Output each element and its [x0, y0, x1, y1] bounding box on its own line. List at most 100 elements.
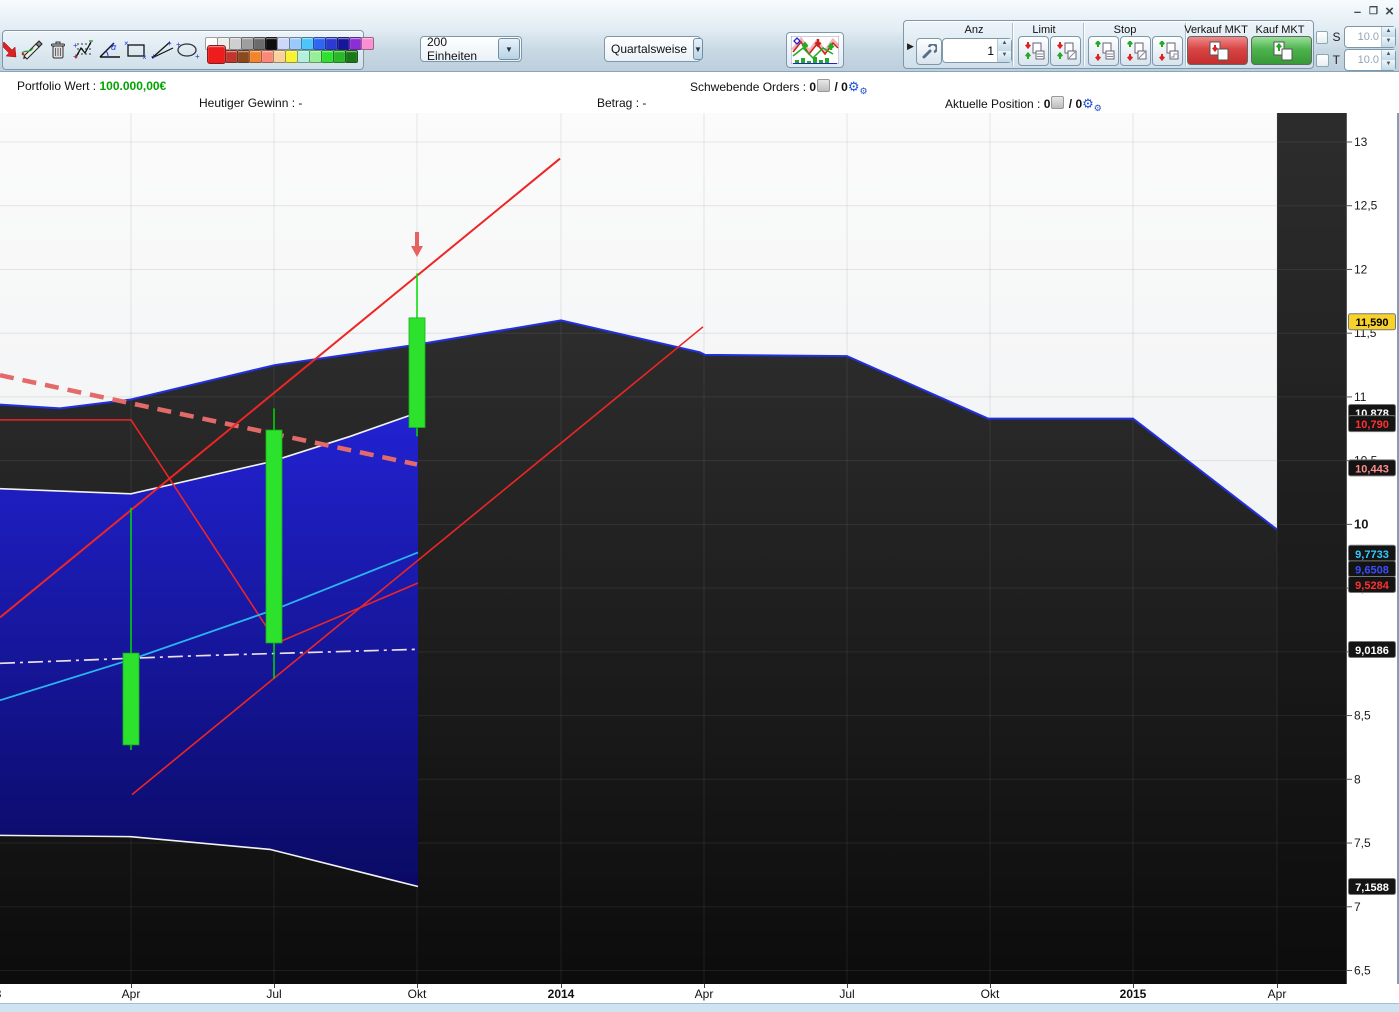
slash: / [834, 80, 837, 94]
svg-text:6,5: 6,5 [1354, 963, 1371, 977]
period-dropdown-value: Quartalsweise [605, 42, 693, 56]
red-arrow-icon [3, 41, 19, 59]
svg-text:7: 7 [1354, 900, 1361, 914]
svg-text:9,7733: 9,7733 [1355, 549, 1389, 561]
svg-text:+: + [195, 52, 200, 60]
pending-orders: Schwebende Orders : 0 / 0⚙⚙ [690, 79, 868, 97]
svg-text:+: + [151, 52, 156, 60]
t-spin-buttons[interactable]: ▲▼ [1381, 50, 1395, 70]
current-position-open: 0 [1044, 97, 1051, 111]
stop-label: Stop [1114, 24, 1137, 36]
trailing-stop-order-button[interactable] [1152, 36, 1183, 66]
color-swatch[interactable] [345, 50, 358, 63]
limit-order-icon [1023, 41, 1045, 61]
anz-label: Anz [965, 24, 984, 36]
fan-lines-tool[interactable]: + + [149, 35, 175, 65]
draw-arrow-tool[interactable] [3, 35, 19, 65]
price-chart[interactable]: 1312,51211,51110,5109,598,587,576,511,59… [0, 113, 1399, 984]
svg-text:13: 13 [1354, 135, 1368, 149]
sell-market-icon [1206, 41, 1230, 61]
ellipse-tool[interactable]: + + [175, 35, 201, 65]
minimize-button[interactable]: – [1350, 4, 1365, 19]
svg-text:×: × [142, 53, 147, 60]
chevron-down-icon[interactable]: ▼ [498, 38, 520, 60]
order-list-icon[interactable] [817, 79, 830, 92]
pencil-tool[interactable] [19, 35, 45, 65]
s-label: S [1332, 30, 1340, 44]
buy-stop-order-button[interactable] [1120, 36, 1151, 66]
svg-text:10,443: 10,443 [1355, 463, 1389, 475]
position-list-icon[interactable] [1051, 96, 1064, 109]
s-checkbox[interactable] [1316, 31, 1328, 44]
color-swatch[interactable] [361, 37, 374, 50]
sell-limit-order-button[interactable] [1018, 36, 1049, 66]
current-position: Aktuelle Position : 0 / 0⚙⚙ [945, 96, 1102, 114]
svg-text:+: + [73, 41, 78, 50]
units-dropdown[interactable]: 200 Einheiten ▼ [420, 36, 522, 62]
fan-lines-icon: + + [150, 40, 174, 60]
portfolio-label: Portfolio Wert : [17, 79, 96, 93]
s-value: 10.0 [1345, 31, 1381, 43]
time-axis[interactable]: 2013AprJulOkt2014AprJulOkt2015Apr [0, 984, 1399, 1003]
quantity-stepper[interactable]: 1 ▲▼ [942, 38, 1012, 63]
rectangle-icon: × × [124, 40, 148, 60]
chart-style-icon [791, 36, 839, 64]
chart-canvas[interactable]: 1312,51211,51110,5109,598,587,576,511,59… [0, 113, 1399, 984]
buy-market-button[interactable] [1251, 36, 1312, 65]
svg-text:12,5: 12,5 [1354, 199, 1378, 213]
svg-text:×: × [124, 40, 129, 48]
t-value: 10.0 [1345, 54, 1381, 66]
limit-order-icon [1055, 41, 1077, 61]
angle-icon: α [98, 40, 122, 60]
amount-text: Betrag : - [597, 96, 646, 110]
panel-divider [1012, 23, 1013, 66]
account-statusbar: Portfolio Wert : 100.000,00€ Heutiger Ge… [0, 72, 1399, 114]
s-value-stepper[interactable]: 10.0 ▲▼ [1344, 26, 1396, 48]
svg-text:10,790: 10,790 [1355, 419, 1389, 431]
portfolio-amount: 100.000,00€ [99, 79, 166, 93]
pending-orders-label: Schwebende Orders : [690, 80, 806, 94]
ellipse-icon: + + [175, 40, 201, 60]
t-value-stepper[interactable]: 10.0 ▲▼ [1344, 49, 1396, 71]
gear-small-icon: ⚙ [1094, 103, 1102, 113]
chart-style-button[interactable] [786, 32, 844, 68]
gear-small-icon: ⚙ [859, 86, 867, 96]
buy-limit-order-button[interactable] [1050, 36, 1081, 66]
s-spin-buttons[interactable]: ▲▼ [1381, 27, 1395, 47]
t-checkbox[interactable] [1316, 54, 1329, 67]
sell-market-button[interactable] [1187, 36, 1248, 65]
buy-market-icon [1270, 41, 1294, 61]
stop-order-icon [1125, 41, 1147, 61]
zigzag-lines-icon: + + [73, 40, 95, 60]
chevron-down-icon[interactable]: ▼ [693, 38, 703, 60]
time-tick-label: Okt [981, 987, 1000, 1001]
color-swatch[interactable] [207, 45, 226, 64]
buy-market-label: Kauf MKT [1256, 24, 1305, 36]
angle-tool[interactable]: α [97, 35, 123, 65]
svg-text:8,5: 8,5 [1354, 709, 1371, 723]
units-dropdown-value: 200 Einheiten [421, 35, 498, 63]
zigzag-lines-tool[interactable]: + + [71, 35, 97, 65]
gear-icon[interactable]: ⚙ [1082, 96, 1094, 111]
period-dropdown[interactable]: Quartalsweise ▼ [604, 36, 701, 62]
time-tick-label: 2014 [548, 987, 575, 1001]
svg-text:8: 8 [1354, 772, 1361, 786]
time-tick-label: Apr [122, 987, 141, 1001]
quantity-spin-buttons[interactable]: ▲▼ [997, 39, 1011, 62]
time-tick-label: Jul [839, 987, 854, 1001]
gear-icon[interactable]: ⚙ [848, 79, 860, 94]
sell-stop-order-button[interactable] [1088, 36, 1119, 66]
delete-tool[interactable] [45, 35, 71, 65]
svg-text:11,590: 11,590 [1355, 317, 1388, 329]
collapse-arrow-icon[interactable]: ▶ [907, 41, 914, 52]
time-tick-label: 2013 [0, 987, 1, 1001]
time-tick-label: Jul [266, 987, 281, 1001]
stop-order-icon [1093, 41, 1115, 61]
svg-text:9,5284: 9,5284 [1355, 580, 1390, 592]
close-button[interactable]: × [1382, 4, 1397, 19]
restore-button[interactable]: ❐ [1366, 4, 1381, 19]
time-tick-label: Okt [408, 987, 427, 1001]
rectangle-tool[interactable]: × × [123, 35, 149, 65]
order-settings-button[interactable] [916, 38, 942, 65]
time-tick-label: Apr [1268, 987, 1287, 1001]
